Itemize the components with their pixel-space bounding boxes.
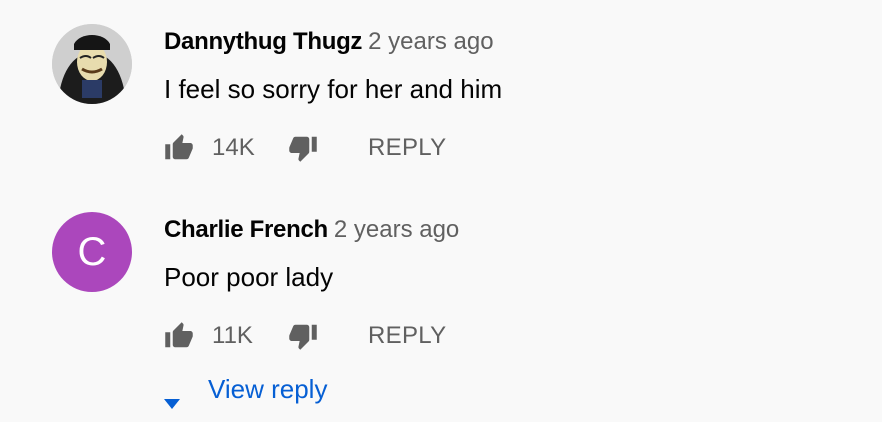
comment: C Charlie French 2 years ago Poor poor la…: [0, 190, 882, 370]
like-count: 11K: [212, 322, 253, 349]
author-name[interactable]: Charlie French: [164, 216, 328, 243]
avatar-photo-icon: [52, 24, 132, 104]
comment-time[interactable]: 2 years ago: [368, 28, 493, 55]
comment-text: I feel so sorry for her and him: [164, 74, 503, 104]
thumb-up-icon[interactable]: [164, 133, 194, 163]
comment: Dannythug Thugz 2 years ago I feel so sor…: [0, 0, 882, 180]
view-reply-button[interactable]: View reply: [164, 374, 328, 409]
comment-header: Charlie French 2 years ago: [164, 216, 459, 244]
avatar[interactable]: [52, 24, 132, 104]
comment-actions: 14K REPLY: [164, 132, 446, 164]
thumb-down-icon[interactable]: [288, 321, 318, 351]
avatar[interactable]: C: [52, 212, 132, 292]
avatar-letter: C: [77, 229, 107, 274]
caret-down-icon: [164, 385, 180, 409]
comment-actions: 11K REPLY: [164, 320, 446, 352]
author-name[interactable]: Dannythug Thugz: [164, 28, 362, 55]
comment-time[interactable]: 2 years ago: [334, 216, 459, 243]
comment-text: Poor poor lady: [164, 262, 334, 292]
comment-header: Dannythug Thugz 2 years ago: [164, 28, 494, 56]
reply-button[interactable]: REPLY: [368, 322, 446, 350]
like-count: 14K: [212, 134, 255, 161]
reply-button[interactable]: REPLY: [368, 134, 446, 162]
view-reply-label: View reply: [208, 374, 328, 404]
thumb-down-icon[interactable]: [288, 133, 318, 163]
thumb-up-icon[interactable]: [164, 321, 194, 351]
